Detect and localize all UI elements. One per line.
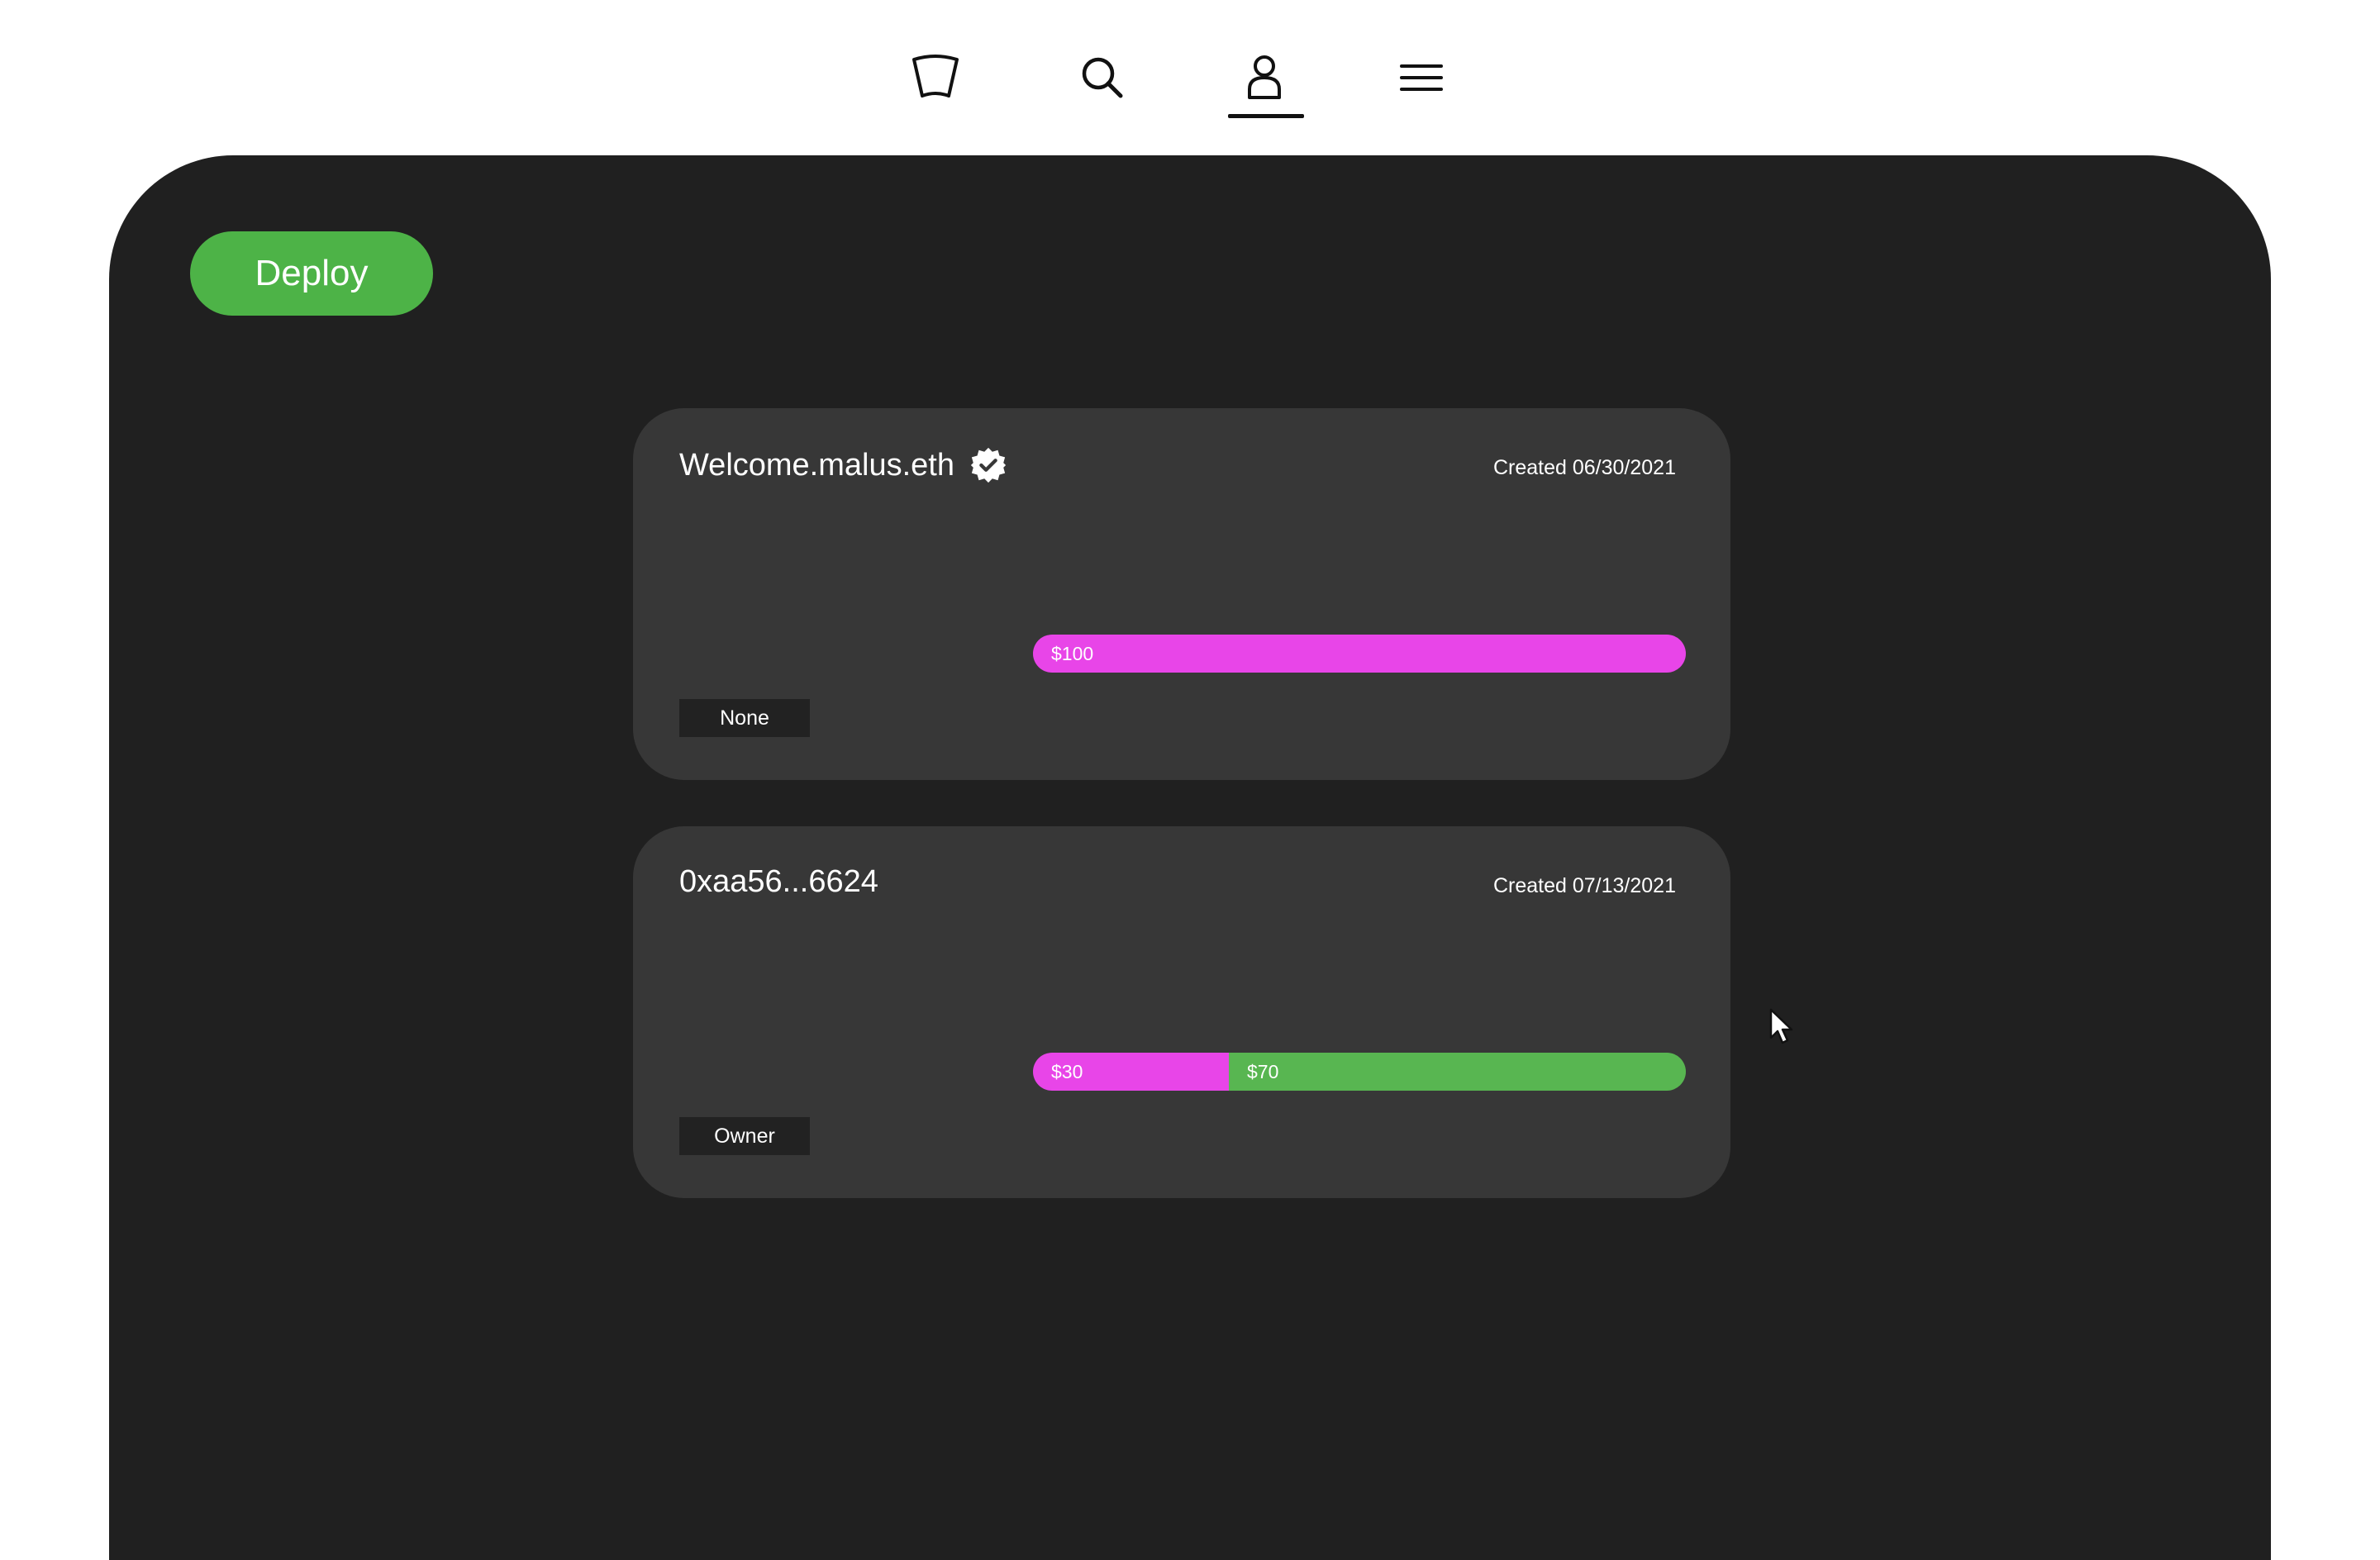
card-title: Welcome.malus.eth (679, 446, 1007, 484)
funding-bar: $30 $70 (1033, 1053, 1686, 1091)
funding-segment: $30 (1033, 1053, 1229, 1091)
search-icon (1082, 57, 1123, 98)
nav-item-shield[interactable] (896, 38, 975, 117)
card-title-text: Welcome.malus.eth (679, 447, 954, 483)
verified-badge-icon (970, 447, 1007, 483)
user-icon (1248, 55, 1281, 99)
created-date: Created 07/13/2021 (1492, 874, 1676, 897)
card-title-text: 0xaa56...6624 (679, 864, 878, 899)
active-tab-indicator (1228, 114, 1304, 118)
funding-segment: $100 (1033, 635, 1686, 673)
top-nav (0, 0, 2380, 155)
collective-card[interactable]: Welcome.malus.eth Created 06/30/2021 $10… (633, 408, 1730, 780)
menu-icon (1400, 64, 1443, 91)
funding-segment: $70 (1229, 1053, 1686, 1091)
card-title: 0xaa56...6624 (679, 864, 878, 900)
collective-card[interactable]: 0xaa56...6624 Created 07/13/2021 $30 $70… (633, 826, 1730, 1198)
created-date: Created 06/30/2021 (1492, 456, 1676, 479)
funding-bar: $100 (1033, 635, 1686, 673)
deploy-button[interactable]: Deploy (190, 231, 433, 316)
role-badge: None (679, 699, 810, 737)
shield-icon (912, 55, 959, 98)
nav-item-profile[interactable] (1225, 38, 1304, 117)
mouse-cursor-icon (1769, 1008, 1793, 1044)
nav-item-search[interactable] (1063, 38, 1142, 117)
role-badge: Owner (679, 1117, 810, 1155)
nav-item-menu[interactable] (1382, 38, 1461, 117)
